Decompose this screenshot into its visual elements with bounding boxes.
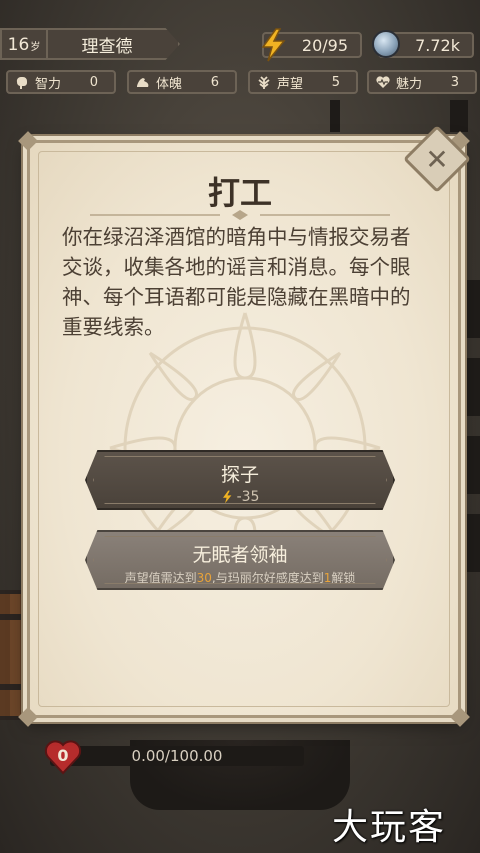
player-age: 16 岁 xyxy=(2,30,48,58)
top-bar: 16 岁 理查德 20/95 7.72k 智力 0 体魄 6 声望 5 魅力 3 xyxy=(0,0,480,100)
job-option-spy-button[interactable]: 探子 -35 xyxy=(85,450,395,510)
site-watermark: 大玩客 xyxy=(332,807,447,848)
energy-value: 20/95 xyxy=(301,35,348,55)
job-option-leader-button[interactable]: 无眠者领袖 声望值需达到30,与玛丽尔好感度达到1解锁 xyxy=(85,530,395,590)
heart-pulse-icon xyxy=(376,76,390,88)
laurel-icon xyxy=(258,76,270,89)
health-value: 0 xyxy=(57,746,69,765)
coin-counter[interactable]: 7.72k xyxy=(372,30,474,58)
wall-plank xyxy=(450,100,468,132)
side-panel-tab xyxy=(458,436,480,494)
side-panel-tab xyxy=(458,514,480,572)
stats-row: 智力 0 体魄 6 声望 5 魅力 3 xyxy=(0,70,480,94)
coin-value: 7.72k xyxy=(415,35,460,55)
health-bar: 0.00/100.00 xyxy=(50,746,304,766)
title-divider xyxy=(90,210,390,220)
dialog-title: 打工 xyxy=(207,174,272,212)
side-panel-tab xyxy=(458,280,480,338)
dialog-description: 你在绿沼泽酒馆的暗角中与情报交易者交谈，收集各地的谣言和消息。每个眼神、每个耳语… xyxy=(62,225,411,339)
side-panel-tab xyxy=(458,358,480,416)
brain-icon xyxy=(16,76,27,89)
energy-counter[interactable]: 20/95 xyxy=(261,28,362,62)
player-badge[interactable]: 16 岁 理查德 xyxy=(0,28,180,60)
stat-physique[interactable]: 体魄 6 xyxy=(127,70,237,94)
stat-reputation[interactable]: 声望 5 xyxy=(248,70,358,94)
wall-plank xyxy=(330,100,340,132)
lightning-icon xyxy=(261,28,286,62)
health-bar-text: 0.00/100.00 xyxy=(131,747,223,765)
stat-charm[interactable]: 魅力 3 xyxy=(367,70,477,94)
stat-intelligence[interactable]: 智力 0 xyxy=(6,70,116,94)
player-name: 理查德 xyxy=(81,36,133,57)
coin-icon xyxy=(372,30,400,58)
arm-icon xyxy=(137,78,149,87)
